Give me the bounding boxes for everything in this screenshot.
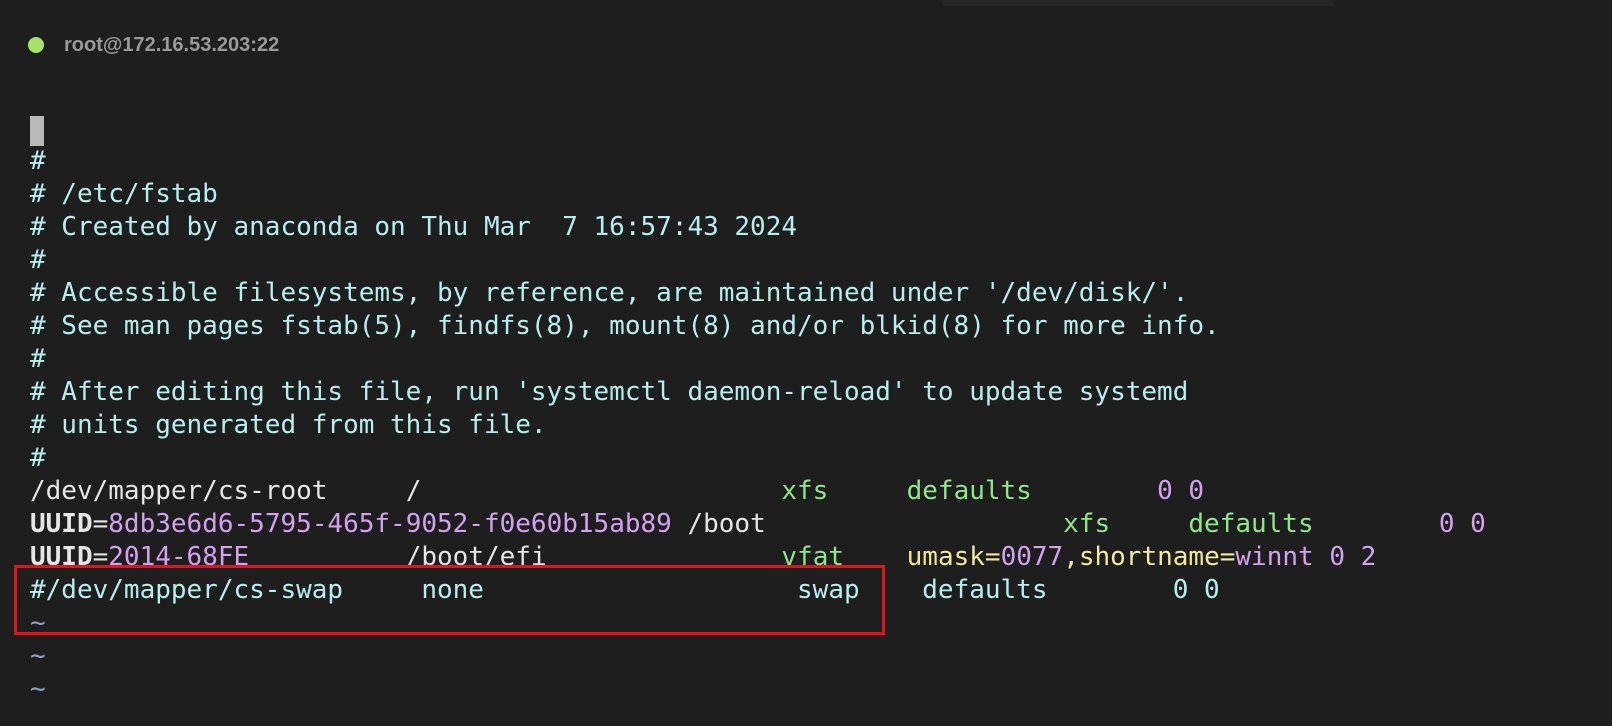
entry-fstype: xfs (781, 476, 907, 506)
option-shortname-value: winnt (1235, 542, 1314, 572)
option-umask: umask= (906, 542, 1001, 572)
option-umask-value: 0077 (1000, 542, 1064, 572)
entry-dump-pass: 0 0 (1157, 476, 1205, 506)
comment-line: # See man pages fstab(5), findfs(8), mou… (30, 311, 1220, 341)
comment-line: # /etc/fstab (30, 179, 218, 209)
fstab-entry-boot: UUID=8db3e6d6-5795-465f-9052-f0e60b15ab8… (30, 508, 1486, 541)
entry-dump-pass: 0 0 (1438, 509, 1486, 539)
uuid-equals: = (92, 509, 109, 539)
entry-options: defaults (922, 575, 1173, 605)
comment-line: # After editing this file, run 'systemct… (30, 377, 1189, 407)
entry-mount: /boot (671, 509, 1064, 539)
entry-options: defaults (906, 476, 1158, 506)
highlight-box (14, 565, 885, 635)
comment-line: # Accessible filesystems, by reference, … (30, 278, 1189, 308)
uuid-value: 8db3e6d6-5795-465f-9052-f0e60b15ab89 (108, 509, 672, 539)
comment-line: # (30, 443, 46, 473)
empty-line-tilde: ~ (30, 674, 46, 704)
entry-fstype: xfs (1063, 509, 1189, 539)
entry-dump-pass: 0 0 (1172, 575, 1220, 605)
entry-mount: / (405, 476, 782, 506)
comment-line: # (30, 146, 46, 176)
entry-options: defaults (1188, 509, 1439, 539)
option-shortname: shortname= (1078, 542, 1236, 572)
entry-device: /dev/mapper/cs-root (30, 476, 406, 506)
entry-dump-pass: 0 2 (1313, 542, 1377, 572)
option-separator: , (1063, 542, 1079, 572)
empty-line-tilde: ~ (30, 641, 46, 671)
comment-line: # Created by anaconda on Thu Mar 7 16:57… (30, 212, 798, 242)
fstab-entry-root: /dev/mapper/cs-root / xfs defaults 0 0 (30, 475, 1204, 508)
comment-line: # (30, 344, 46, 374)
comment-line: # units generated from this file. (30, 410, 547, 440)
uuid-keyword: UUID (30, 509, 93, 539)
comment-line: # (30, 245, 46, 275)
